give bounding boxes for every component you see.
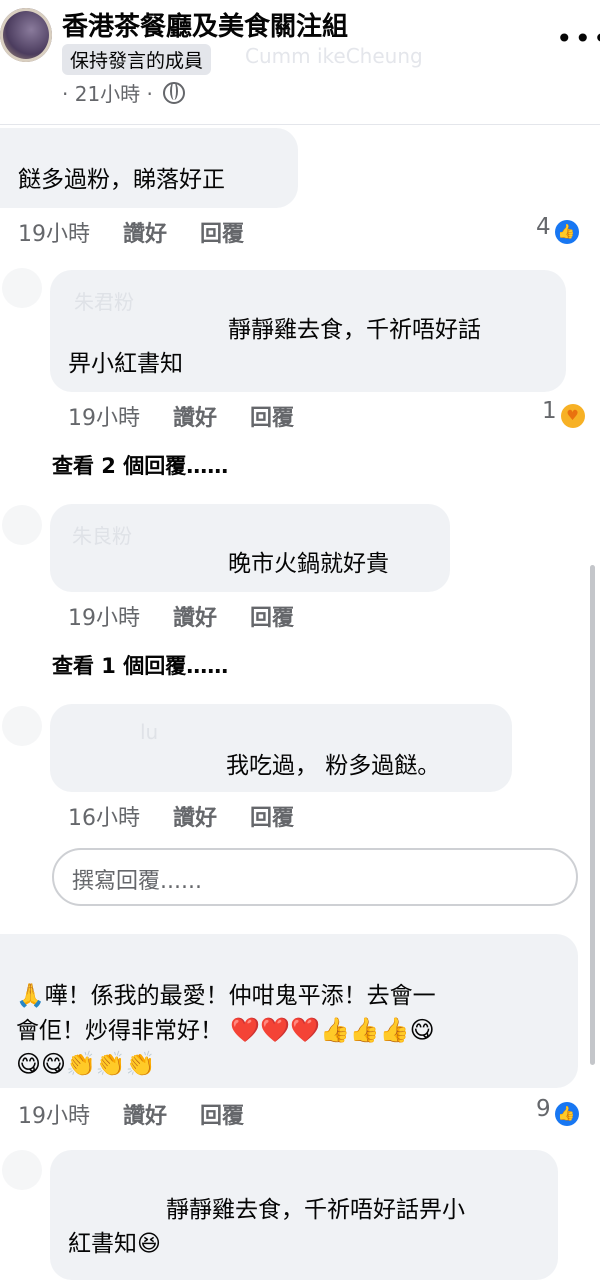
- group-name[interactable]: 香港茶餐廳及美食關注組: [62, 6, 348, 43]
- avatar[interactable]: [2, 1150, 42, 1190]
- reply-button[interactable]: 回覆: [250, 406, 294, 431]
- author-name-blurred[interactable]: 朱良粉: [72, 520, 132, 549]
- comment-text: 我吃過， 粉多過餸。: [226, 753, 441, 779]
- author-name-blurred[interactable]: Cumm ikeCheung: [245, 44, 423, 68]
- reply-input-placeholder: 撰寫回覆......: [72, 869, 202, 894]
- comment-actions-4: 16小時 讚好 回覆: [68, 800, 320, 832]
- reply-button[interactable]: 回覆: [250, 806, 294, 831]
- reaction-count[interactable]: 4 👍: [536, 214, 579, 244]
- like-button[interactable]: 讚好: [173, 406, 217, 431]
- comment-text-line2-text: 會佢！炒得非常好！: [16, 1018, 223, 1044]
- avatar[interactable]: [2, 268, 42, 308]
- author-name-blurred[interactable]: 朱君粉: [74, 286, 134, 315]
- comment-emoji-line3: 😋😋👏👏👏: [16, 1050, 156, 1078]
- like-button[interactable]: 讚好: [173, 606, 217, 631]
- comment-text-line2: 畀小紅書知: [68, 351, 183, 377]
- comment-text-line2: 會佢！炒得非常好！ ❤️❤️❤️👍👍👍😋: [16, 1014, 435, 1048]
- reaction-count[interactable]: 1 ♥: [542, 398, 585, 428]
- reply-button[interactable]: 回覆: [250, 606, 294, 631]
- scrollbar-thumb[interactable]: [590, 565, 595, 1065]
- reaction-count-number: 9: [536, 1096, 551, 1122]
- comment-time: 19小時: [68, 606, 140, 631]
- view-replies-link[interactable]: 查看 2 個回覆……: [52, 450, 228, 480]
- comment-actions-2: 19小時 讚好 回覆: [68, 400, 320, 432]
- care-icon: ♥: [560, 404, 585, 428]
- comment-text-line1: 靜靜雞去食，千祈唔好話畀小: [166, 1197, 465, 1223]
- member-badge: 保持發言的成員: [62, 44, 212, 75]
- post-header: 香港茶餐廳及美食關注組 保持發言的成員 Cumm ikeCheung · 21小…: [0, 0, 600, 125]
- comment-text: 餸多過粉，睇落好正: [18, 167, 225, 193]
- comment-text: 晚市火鍋就好貴: [228, 551, 389, 577]
- reply-input[interactable]: 撰寫回覆......: [52, 848, 578, 906]
- view-replies-link[interactable]: 查看 1 個回覆……: [52, 650, 228, 680]
- reaction-count-number: 4: [536, 214, 551, 240]
- like-button[interactable]: 讚好: [123, 222, 167, 247]
- comment-time: 19小時: [18, 222, 90, 247]
- avatar[interactable]: [2, 505, 42, 545]
- reply-button[interactable]: 回覆: [200, 222, 244, 247]
- comment-text-line1: 靜靜雞去食，千祈唔好話: [228, 317, 481, 343]
- comment-bubble-4: lu 我吃過， 粉多過餸。: [50, 704, 512, 792]
- comment-text-line2: 紅書知😆: [68, 1231, 161, 1257]
- comment-actions-5: 19小時 讚好 回覆: [18, 1098, 270, 1130]
- comment-emoji-line2: ❤️❤️❤️👍👍👍😋: [230, 1016, 435, 1044]
- like-icon: 👍: [554, 220, 579, 244]
- comment-bubble-6: 靜靜雞去食，千祈唔好話畀小 紅書知😆: [50, 1150, 558, 1280]
- comment-time: 16小時: [68, 806, 140, 831]
- comment-actions-3: 19小時 讚好 回覆: [68, 600, 320, 632]
- comment-actions-1: 19小時 讚好 回覆: [18, 216, 270, 248]
- comment-bubble-2: 朱君粉 靜靜雞去食，千祈唔好話 畀小紅書知: [50, 270, 566, 392]
- reaction-count-number: 1: [542, 398, 557, 424]
- like-icon: 👍: [554, 1102, 579, 1126]
- avatar[interactable]: [2, 706, 42, 746]
- post-time-text: · 21小時 ·: [62, 82, 153, 106]
- like-button[interactable]: 讚好: [123, 1104, 167, 1129]
- comment-time: 19小時: [68, 406, 140, 431]
- comment-bubble-1: 餸多過粉，睇落好正: [0, 128, 298, 208]
- comment-bubble-3: 朱良粉 晚市火鍋就好貴: [50, 504, 450, 592]
- reaction-count[interactable]: 9 👍: [536, 1096, 579, 1126]
- more-options-icon[interactable]: •••: [556, 22, 600, 55]
- comment-bubble-5: 🙏嘩！係我的最愛！仲咁鬼平添！去會一 會佢！炒得非常好！ ❤️❤️❤️👍👍👍😋 …: [0, 934, 578, 1088]
- comment-text-line1: 🙏嘩！係我的最愛！仲咁鬼平添！去會一: [16, 983, 436, 1009]
- author-name-blurred[interactable]: lu: [140, 720, 158, 744]
- globe-icon: [163, 82, 186, 104]
- post-time: · 21小時 ·: [62, 78, 186, 107]
- reply-button[interactable]: 回覆: [200, 1104, 244, 1129]
- group-avatar[interactable]: [0, 8, 52, 62]
- like-button[interactable]: 讚好: [173, 806, 217, 831]
- comment-time: 19小時: [18, 1104, 90, 1129]
